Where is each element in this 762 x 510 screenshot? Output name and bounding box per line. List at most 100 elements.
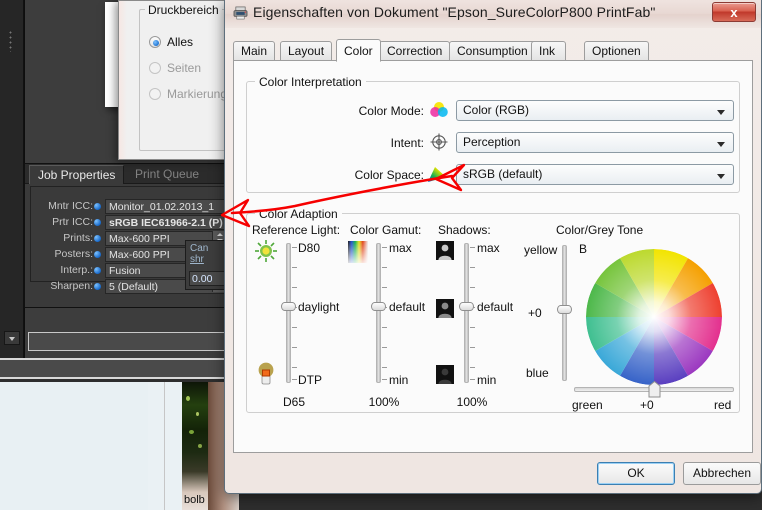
label-green: green	[572, 398, 603, 412]
bullet-icon	[94, 283, 101, 290]
tick	[292, 379, 297, 380]
dialog-client-area: Main Layout Color Correction Consumption…	[231, 29, 755, 455]
shadows-track[interactable]	[464, 243, 469, 383]
chevron-down-icon	[717, 174, 725, 179]
tab-print-queue-label: Print Queue	[135, 167, 199, 181]
shadows-thumb[interactable]	[459, 302, 474, 311]
tick	[292, 327, 297, 328]
label-gamut-min: min	[389, 373, 408, 387]
tab-ink-ctrl[interactable]: Ink Ctrl	[531, 41, 566, 61]
radio-icon	[149, 62, 161, 74]
photo-highlight	[198, 444, 202, 448]
bulb-icon	[256, 361, 276, 387]
dialog-titlebar: Eigenschaften von Dokument "Epson_SureCo…	[225, 0, 761, 28]
druckbereich-legend: Druckbereich	[145, 3, 222, 17]
photo-highlight	[189, 430, 194, 434]
label-interp: Interp.:	[35, 263, 93, 278]
gamut-swatch-icon	[348, 241, 368, 263]
color-mode-select[interactable]: Color (RGB)	[456, 100, 734, 121]
label-prints: Prints:	[35, 231, 93, 246]
value-shadows: 100%	[442, 395, 502, 409]
chevron-down-icon	[717, 142, 725, 147]
portrait-light-icon	[436, 241, 454, 260]
tick	[382, 267, 387, 268]
tab-optionen[interactable]: Optionen	[584, 41, 649, 61]
tick	[382, 347, 387, 348]
job-properties-tabstrip: Job Properties Print Queue	[25, 164, 238, 184]
tick	[470, 247, 475, 248]
tab-layout[interactable]: Layout	[280, 41, 332, 61]
color-gamut-track[interactable]	[376, 243, 381, 383]
row-color-mode: Color Mode:	[314, 101, 424, 123]
photo-caption: bolb	[184, 494, 205, 506]
bullet-icon	[94, 235, 101, 242]
dialog-title: Eigenschaften von Dokument "Epson_SureCo…	[253, 4, 655, 20]
tab-job-properties-label: Job Properties	[38, 168, 115, 182]
ok-button[interactable]: OK	[597, 462, 675, 485]
label-mntr-icc: Mntr ICC:	[35, 199, 93, 214]
color-gamut-thumb[interactable]	[371, 302, 386, 311]
radio-markierung-label: Markierung	[167, 87, 227, 101]
tick	[470, 367, 475, 368]
color-space-select[interactable]: sRGB (default)	[456, 164, 734, 185]
reference-light-track[interactable]	[286, 243, 291, 383]
tick	[382, 327, 387, 328]
label-d80: D80	[298, 241, 320, 255]
label-daylight: daylight	[298, 300, 339, 314]
label-intent: Intent:	[391, 136, 424, 150]
vertical-divider	[164, 382, 165, 510]
portrait-mid-icon	[436, 299, 454, 318]
value-color-gamut: 100%	[354, 395, 414, 409]
portrait-dark-icon	[436, 365, 454, 384]
field-prtr-icc[interactable]: sRGB IEC61966-2.1 (P)	[105, 215, 241, 230]
header-color-gamut: Color Gamut:	[350, 223, 421, 237]
dropdown-button-small[interactable]	[4, 331, 20, 345]
tab-main[interactable]: Main	[233, 41, 275, 61]
intent-select[interactable]: Perception	[456, 132, 734, 153]
tab-consumption[interactable]: Consumption	[449, 41, 536, 61]
close-icon[interactable]: x	[712, 2, 756, 22]
row-prtr-icc: Prtr ICC: sRGB IEC61966-2.1 (P)	[31, 215, 233, 230]
label-gamut-default: default	[389, 300, 425, 314]
label-b: B	[579, 242, 587, 256]
sun-icon	[254, 239, 278, 263]
label-shadows-default: default	[477, 300, 513, 314]
tick	[470, 327, 475, 328]
gamut-triangle-icon	[426, 164, 448, 184]
tab-print-queue[interactable]: Print Queue	[127, 165, 207, 184]
tick	[292, 267, 297, 268]
printer-icon	[233, 6, 248, 20]
tick	[292, 347, 297, 348]
radio-icon	[149, 88, 161, 100]
value-b-axis: +0	[528, 306, 542, 320]
tick	[382, 367, 387, 368]
color-wheel[interactable]	[586, 249, 722, 385]
grey-tone-b-thumb[interactable]	[557, 305, 572, 314]
bullet-icon	[94, 203, 101, 210]
tab-color[interactable]: Color	[336, 39, 381, 62]
row-mntr-icc: Mntr ICC: Monitor_01.02.2013_1	[31, 199, 233, 214]
tab-correction[interactable]: Correction	[379, 41, 450, 61]
grey-tone-a-thumb[interactable]	[648, 381, 661, 398]
drag-dots-icon	[9, 30, 12, 52]
status-strip-upper	[28, 332, 238, 351]
tick	[292, 367, 297, 368]
druckbereich-dialog: Druckbereich Alles Seiten Markierung	[118, 0, 239, 160]
tick	[470, 379, 475, 380]
label-sharpen: Sharpen:	[35, 279, 93, 294]
tab-job-properties[interactable]: Job Properties	[29, 165, 124, 184]
row-color-space: Color Space:	[314, 165, 424, 187]
cancel-button[interactable]: Abbrechen	[683, 462, 761, 485]
tick	[292, 287, 297, 288]
label-shadows-max: max	[477, 241, 500, 255]
color-mode-value: Color (RGB)	[463, 103, 529, 117]
reference-light-thumb[interactable]	[281, 302, 296, 311]
radio-icon	[149, 36, 161, 48]
field-mntr-icc[interactable]: Monitor_01.02.2013_1	[105, 199, 241, 214]
label-gamut-max: max	[389, 241, 412, 255]
photo-highlight	[196, 412, 199, 416]
bullet-icon	[94, 219, 101, 226]
label-blue: blue	[526, 366, 549, 380]
radio-seiten-label: Seiten	[167, 61, 201, 75]
tick	[292, 247, 297, 248]
